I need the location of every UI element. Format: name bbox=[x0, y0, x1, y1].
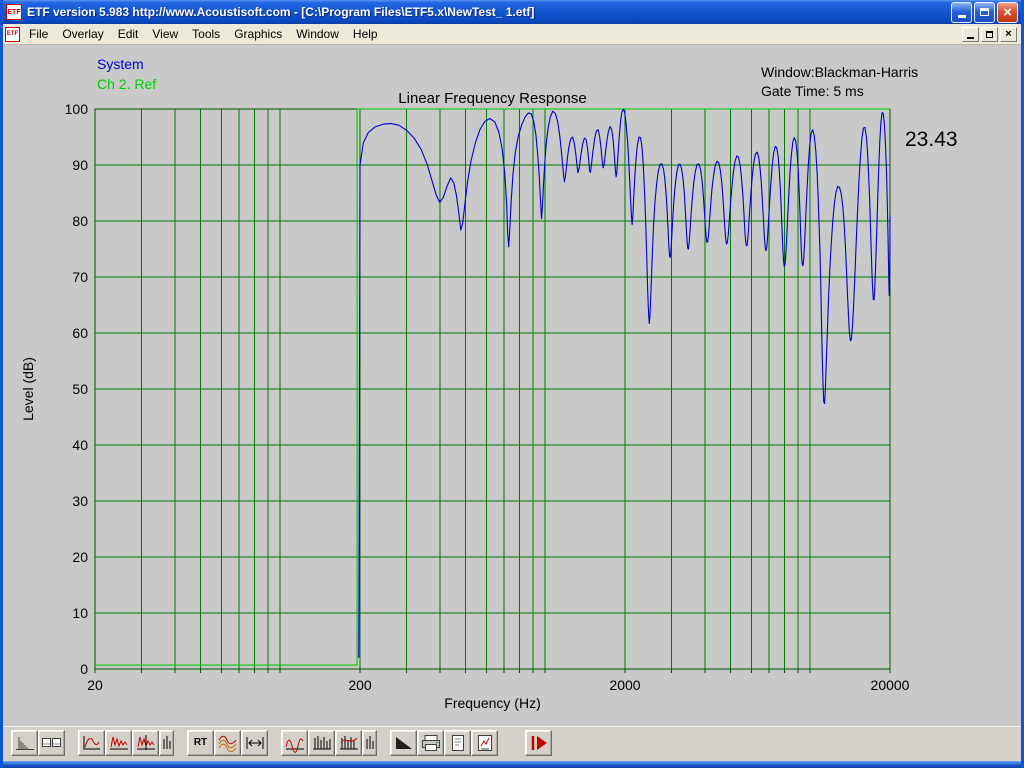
menu-item-help[interactable]: Help bbox=[346, 25, 385, 43]
y-tick-label: 10 bbox=[72, 605, 88, 621]
mdi-close-icon bbox=[1005, 29, 1011, 40]
chart[interactable]: 0 10 20 30 40 50 60 70 80 90 100 20 200 2000 20000 Syst… bbox=[3, 45, 1021, 726]
wedge-icon bbox=[395, 736, 412, 749]
window-title: ETF version 5.983 http://www.Acoustisoft… bbox=[27, 5, 535, 19]
toolbar-waterfall-button[interactable] bbox=[214, 729, 241, 756]
y-tick-label: 90 bbox=[72, 157, 88, 173]
document-icon: ETF bbox=[5, 26, 20, 42]
y-tick-label: 40 bbox=[72, 437, 88, 453]
arrows-icon bbox=[246, 736, 263, 749]
x-axis-label: Frequency (Hz) bbox=[444, 695, 540, 711]
printer-icon bbox=[421, 734, 440, 751]
notes-icon bbox=[451, 734, 464, 751]
toolbar-etc-cursor-button[interactable] bbox=[132, 729, 159, 756]
toolbar-group bbox=[78, 729, 174, 756]
title-bar[interactable]: ETF ETF version 5.983 http://www.Acousti… bbox=[3, 0, 1021, 24]
chart-title: Linear Frequency Response bbox=[398, 90, 586, 107]
menu-bar: ETF File Overlay Edit View Tools Graphics Wind… bbox=[3, 24, 1021, 45]
comb-red-icon bbox=[339, 735, 358, 749]
mdi-restore-button[interactable] bbox=[981, 26, 998, 42]
minimize-button[interactable] bbox=[951, 1, 972, 23]
toolbar-dual-trace-button[interactable] bbox=[38, 729, 65, 756]
y-axis-label: Level (dB) bbox=[20, 357, 36, 421]
report-icon bbox=[477, 734, 492, 751]
minicomb-icon bbox=[163, 735, 170, 749]
jagged-cursor-icon bbox=[136, 734, 155, 750]
menu-item-tools[interactable]: Tools bbox=[185, 25, 227, 43]
y-tick-label: 30 bbox=[72, 493, 88, 509]
mdi-restore-icon bbox=[986, 30, 993, 38]
exit-icon bbox=[531, 735, 547, 750]
toolbar-impulse-time-button[interactable] bbox=[11, 729, 38, 756]
mdi-window-controls bbox=[962, 26, 1019, 42]
comb-icon bbox=[312, 735, 331, 749]
toolbar-rt60-button[interactable]: RT bbox=[187, 729, 214, 756]
y-tick-label: 60 bbox=[72, 325, 88, 341]
y-tick-label: 0 bbox=[80, 661, 88, 677]
app-window: ETF ETF version 5.983 http://www.Acousti… bbox=[0, 0, 1024, 768]
toolbar-overlay-response-button[interactable] bbox=[281, 729, 308, 756]
y-tick-label: 100 bbox=[65, 101, 89, 117]
mdi-minimize-icon bbox=[967, 36, 974, 39]
toolbar-comb-display-button[interactable] bbox=[308, 729, 335, 756]
close-button[interactable] bbox=[997, 1, 1018, 23]
minimize-icon bbox=[957, 15, 966, 18]
toolbar-notes-button[interactable] bbox=[444, 729, 471, 756]
waterfall-icon bbox=[218, 735, 236, 752]
toolbar: RT bbox=[3, 726, 1021, 758]
toolbar-group bbox=[281, 729, 377, 756]
toolbar-decay-wedge-button[interactable] bbox=[390, 729, 417, 756]
restore-icon bbox=[980, 8, 989, 16]
window-info: Window:Blackman-Harris bbox=[761, 64, 918, 80]
y-tick-label: 50 bbox=[72, 381, 88, 397]
toolbar-group bbox=[11, 729, 65, 756]
menu-item-view[interactable]: View bbox=[145, 25, 185, 43]
menu-item-window[interactable]: Window bbox=[289, 25, 346, 43]
chart-area: 0 10 20 30 40 50 60 70 80 90 100 20 200 2000 20000 Syst… bbox=[3, 45, 1021, 726]
window-bottom-border bbox=[3, 761, 1021, 768]
dual-icon bbox=[41, 737, 61, 747]
x-tick-label: 200 bbox=[348, 677, 372, 693]
menu-item-graphics[interactable]: Graphics bbox=[227, 25, 289, 43]
x-tick-label: 20 bbox=[87, 677, 103, 693]
y-tick-label: 70 bbox=[72, 269, 88, 285]
toolbar-group: RT bbox=[187, 729, 268, 756]
toolbar-exit-button[interactable] bbox=[525, 729, 552, 756]
legend-ch2-ref: Ch 2. Ref bbox=[97, 76, 156, 92]
y-tick-label: 80 bbox=[72, 213, 88, 229]
toolbar-group bbox=[390, 729, 498, 756]
toolbar-comb-overlay-button[interactable] bbox=[335, 729, 362, 756]
x-tick-label: 2000 bbox=[609, 677, 640, 693]
humps-icon bbox=[285, 737, 304, 753]
cursor-readout: 23.43 bbox=[905, 128, 958, 151]
toolbar-frequency-response-button[interactable] bbox=[78, 729, 105, 756]
rt60-label: RT bbox=[193, 737, 208, 748]
menu-items: File Overlay Edit View Tools Graphics Window He… bbox=[22, 25, 385, 43]
restore-button[interactable] bbox=[974, 1, 995, 23]
gate-info: Gate Time: 5 ms bbox=[761, 83, 864, 99]
toolbar-etc-mini-button[interactable] bbox=[159, 729, 174, 756]
toolbar-print-button[interactable] bbox=[417, 729, 444, 756]
toolbar-energy-time-curve-button[interactable] bbox=[105, 729, 132, 756]
app-icon: ETF bbox=[6, 4, 22, 20]
toolbar-report-button[interactable] bbox=[471, 729, 498, 756]
jagged-icon bbox=[109, 736, 128, 749]
mdi-minimize-button[interactable] bbox=[962, 26, 979, 42]
x-tick-label: 20000 bbox=[871, 677, 910, 693]
window-controls bbox=[951, 1, 1018, 23]
mdi-close-button[interactable] bbox=[1000, 26, 1017, 42]
impulse-icon bbox=[15, 736, 34, 750]
freqcurve-icon bbox=[83, 735, 100, 749]
close-icon bbox=[1003, 5, 1012, 20]
toolbar-group bbox=[525, 729, 552, 756]
menu-item-edit[interactable]: Edit bbox=[111, 25, 146, 43]
menu-item-overlay[interactable]: Overlay bbox=[55, 25, 110, 43]
minicomb-icon bbox=[366, 735, 373, 749]
toolbar-comb-mini-button[interactable] bbox=[362, 729, 377, 756]
menu-item-file[interactable]: File bbox=[22, 25, 55, 43]
y-tick-label: 20 bbox=[72, 549, 88, 565]
toolbar-gate-width-button[interactable] bbox=[241, 729, 268, 756]
legend-system: System bbox=[97, 56, 144, 72]
